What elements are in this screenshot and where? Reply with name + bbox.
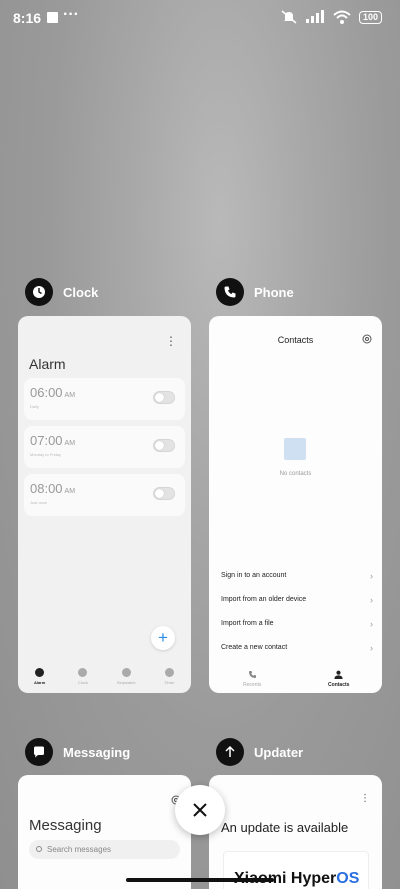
alarm-item[interactable]: 08:00 AM Just once (24, 474, 185, 516)
search-icon (36, 846, 42, 852)
tab-stopwatch[interactable]: Stopwatch (105, 663, 148, 693)
more-options-icon: ⋮ (165, 334, 177, 348)
alarm-toggle[interactable] (153, 391, 175, 404)
messaging-card-header[interactable]: Messaging (25, 738, 130, 766)
contact-placeholder-icon (284, 438, 306, 460)
hourglass-icon (164, 668, 174, 677)
import-device-option[interactable]: Import from an older device › (221, 595, 373, 605)
clear-all-button[interactable] (175, 785, 225, 835)
tab-label: Stopwatch (116, 680, 136, 685)
option-label: Create a new contact (221, 644, 288, 651)
clock-card-header[interactable]: Clock (25, 278, 98, 306)
tab-recents[interactable]: Recents (209, 663, 296, 693)
option-label: Import from an older device (221, 596, 307, 603)
tab-label: Alarm (33, 680, 46, 685)
alarm-repeat: Daily (30, 404, 39, 409)
phone-card-header[interactable]: Phone (216, 278, 294, 306)
more-notifications-icon: ··· (63, 6, 79, 23)
alarm-repeat: Monday to Friday (30, 452, 61, 457)
search-placeholder: Search messages (47, 845, 112, 854)
stopwatch-icon (121, 668, 131, 677)
phone-app-name: Phone (254, 284, 294, 300)
alarm-time: 07:00 AM (30, 433, 76, 448)
updater-card-header[interactable]: Updater (216, 738, 303, 766)
status-icons: 100 (281, 10, 382, 24)
person-icon (334, 670, 343, 679)
updater-screen-title: An update is available (221, 820, 349, 835)
phone-bottom-nav: Recents Contacts (209, 663, 382, 693)
empty-state-text: No contacts (279, 471, 312, 477)
tab-label: Contacts (328, 682, 350, 688)
messaging-app-card[interactable]: Messaging Search messages (18, 775, 191, 889)
wifi-icon (333, 10, 351, 24)
sign-in-option[interactable]: Sign in to an account › (221, 571, 373, 581)
option-label: Import from a file (221, 620, 274, 627)
gear-icon[interactable] (362, 334, 372, 344)
tab-label: Clock (77, 680, 88, 685)
messaging-screen-title: Messaging (29, 817, 102, 834)
alarm-toggle[interactable] (153, 439, 175, 452)
phone-app-card[interactable]: Contacts No contacts Sign in to an accou… (209, 316, 382, 693)
clock-app-card[interactable]: ⋮ Alarm 06:00 AM Daily 07:00 AM Monday to … (18, 316, 191, 693)
more-options-icon: ⋮ (360, 793, 370, 804)
alarm-repeat: Just once (30, 500, 48, 505)
chevron-right-icon: › (370, 619, 373, 629)
tab-contacts[interactable]: Contacts (296, 663, 383, 693)
chevron-right-icon: › (370, 595, 373, 605)
clock-tab-icon (78, 668, 88, 677)
home-indicator[interactable] (126, 878, 274, 882)
phone-screen-title: Contacts (277, 335, 314, 345)
clock-icon (33, 286, 45, 298)
tab-timer[interactable]: Timer (148, 663, 191, 693)
phone-tab-icon (248, 670, 256, 679)
alarm-icon (35, 668, 45, 677)
tab-alarm[interactable]: Alarm (18, 663, 61, 693)
tab-label: Timer (164, 680, 175, 685)
updater-app-icon[interactable] (216, 738, 244, 766)
alarm-item[interactable]: 07:00 AM Monday to Friday (24, 426, 185, 468)
clock-screen-title: Alarm (29, 356, 66, 372)
upload-arrow-icon (225, 745, 235, 757)
create-contact-option[interactable]: Create a new contact › (221, 643, 373, 653)
signal-icon (305, 10, 324, 23)
status-time: 8:16 (13, 10, 42, 26)
battery-indicator: 100 (358, 10, 382, 24)
add-alarm-button[interactable]: + (151, 626, 175, 650)
import-file-option[interactable]: Import from a file › (221, 619, 373, 629)
phone-icon (224, 286, 236, 298)
alarm-toggle[interactable] (153, 487, 175, 500)
chevron-right-icon: › (370, 643, 373, 653)
messaging-app-name: Messaging (63, 744, 131, 760)
close-icon (193, 803, 207, 817)
alarm-time: 08:00 AM (30, 481, 76, 496)
chevron-right-icon: › (370, 571, 373, 581)
updater-app-name: Updater (254, 744, 304, 760)
tab-label: Recents (243, 682, 262, 688)
alarm-item[interactable]: 06:00 AM Daily (24, 378, 185, 420)
notification-square-icon (47, 12, 58, 23)
status-bar: 8:16 ··· 100 (0, 0, 400, 36)
clock-app-name: Clock (63, 284, 99, 300)
messaging-app-icon[interactable] (25, 738, 53, 766)
phone-app-icon[interactable] (216, 278, 244, 306)
tab-clock[interactable]: Clock (61, 663, 104, 693)
chat-bubble-icon (34, 746, 44, 758)
clock-app-icon[interactable] (25, 278, 53, 306)
mute-bell-icon (281, 10, 297, 24)
option-label: Sign in to an account (221, 572, 287, 579)
alarm-time: 06:00 AM (30, 385, 76, 400)
search-input[interactable]: Search messages (29, 840, 180, 859)
clock-bottom-nav: Alarm Clock Stopwatch Timer (18, 663, 191, 693)
